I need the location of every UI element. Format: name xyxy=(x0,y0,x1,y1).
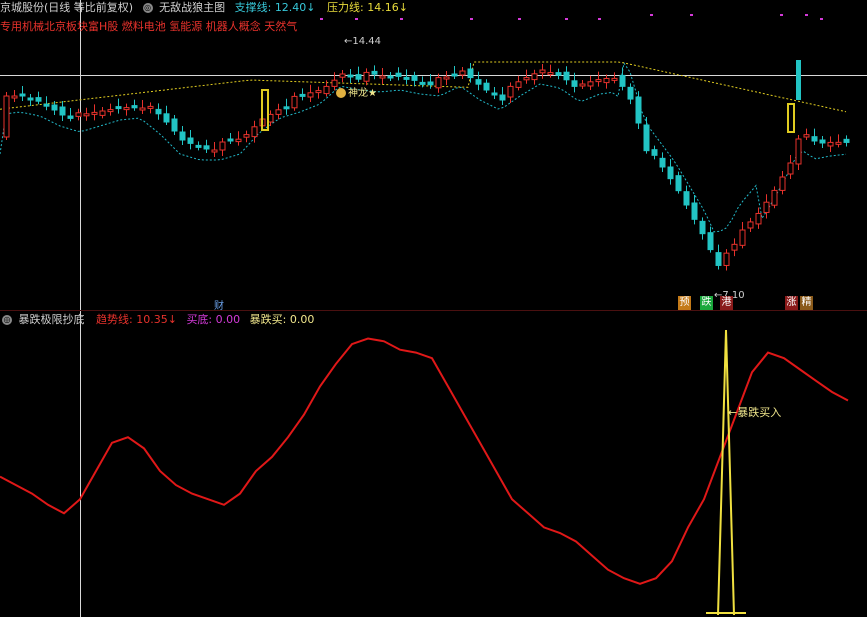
buy-bottom-label: 买底: xyxy=(186,313,213,326)
indicator-header: ◎ 暴跌极限抄底 趋势线: 10.35↓ 买底: 0.00 暴跌买: 0.00 xyxy=(0,312,314,328)
crash-buy-spike xyxy=(717,329,735,616)
indicator-title[interactable]: 暴跌极限抄底 xyxy=(19,313,85,326)
buy-bottom-value: 0.00 xyxy=(215,313,241,326)
crash-buy-value: 0.00 xyxy=(289,313,315,326)
trend-value: 10.35↓ xyxy=(136,313,177,326)
crash-buy-annotation: ←暴跌买入 xyxy=(728,406,782,419)
indicator-chart[interactable] xyxy=(0,0,867,617)
indicator-toggle-icon[interactable]: ◎ xyxy=(2,315,12,325)
crash-buy-label: 暴跌买: xyxy=(249,313,287,326)
trend-label: 趋势线: xyxy=(96,313,133,326)
